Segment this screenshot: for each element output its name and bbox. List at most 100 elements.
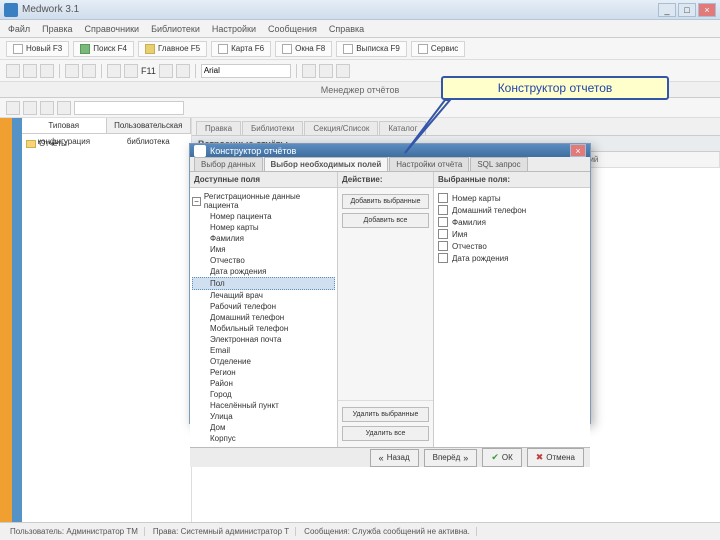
tool-b-icon[interactable]	[176, 64, 190, 78]
field-item[interactable]: Мобильный телефон	[192, 323, 335, 334]
selected-item[interactable]: Дата рождения	[438, 252, 586, 264]
field-item[interactable]: Регион	[192, 367, 335, 378]
group-patient-reg[interactable]: − Регистрационные данные пациента	[192, 191, 335, 211]
content-tab-2[interactable]: Секция/Список	[304, 121, 378, 135]
align-left-icon[interactable]	[302, 64, 316, 78]
close-button[interactable]: ×	[698, 3, 716, 17]
field-item[interactable]: Номер карты	[192, 222, 335, 233]
tb-new[interactable]: Новый F3	[6, 41, 69, 57]
align-right-icon[interactable]	[336, 64, 350, 78]
copy-icon[interactable]	[23, 64, 37, 78]
field-item[interactable]: Дата рождения	[192, 266, 335, 277]
toolbar-main: Новый F3 Поиск F4 Главное F5 Карта F6 Ок…	[0, 38, 720, 60]
menu-file[interactable]: Файл	[8, 24, 30, 34]
cut-icon[interactable]	[6, 64, 20, 78]
field-item[interactable]: Отчество	[192, 255, 335, 266]
next-button[interactable]: Вперёд»	[424, 449, 478, 467]
field-item[interactable]: Email	[192, 345, 335, 356]
align-center-icon[interactable]	[319, 64, 333, 78]
content-tab-1[interactable]: Библиотеки	[242, 121, 303, 135]
menubar: Файл Правка Справочники Библиотеки Настр…	[0, 20, 720, 38]
dlg-tab-fields[interactable]: Выбор необходимых полей	[264, 157, 389, 171]
sidebar-tab-typical[interactable]: Типовая конфигурация	[22, 118, 107, 133]
field-item[interactable]: Улица	[192, 411, 335, 422]
field-item[interactable]: Корпус	[192, 433, 335, 444]
ok-button[interactable]: ✔ОК	[482, 448, 521, 467]
dialog-footer: «Назад Вперёд» ✔ОК ✖Отмена	[190, 447, 590, 467]
menu-messages[interactable]: Сообщения	[268, 24, 317, 34]
report-constructor-dialog: Конструктор отчётов × Выбор данных Выбор…	[189, 143, 591, 424]
star-icon[interactable]	[107, 64, 121, 78]
checkbox[interactable]	[438, 193, 448, 203]
dlg-tab-sql[interactable]: SQL запрос	[470, 157, 527, 171]
sidebar: Типовая конфигурация Пользовательская би…	[22, 118, 192, 522]
x-icon[interactable]	[124, 64, 138, 78]
available-fields-column: Доступные поля − Регистрационные данные …	[190, 172, 338, 447]
star2-icon[interactable]	[57, 101, 71, 115]
field-item[interactable]: Район	[192, 378, 335, 389]
paste-icon[interactable]	[40, 64, 54, 78]
field-item[interactable]: Имя	[192, 244, 335, 255]
menu-edit[interactable]: Правка	[42, 24, 72, 34]
field-item[interactable]: Отделение	[192, 356, 335, 367]
selected-item[interactable]: Фамилия	[438, 216, 586, 228]
add-selected-button[interactable]: Добавить выбранные	[342, 194, 429, 209]
checkbox[interactable]	[438, 253, 448, 263]
field-item[interactable]: Номер пациента	[192, 211, 335, 222]
checkbox[interactable]	[438, 241, 448, 251]
folder-icon	[26, 140, 36, 148]
field-item-selected[interactable]: Пол	[192, 277, 335, 290]
tb-card[interactable]: Карта F6	[211, 41, 271, 57]
remove-selected-button[interactable]: Удалить выбранные	[342, 407, 429, 422]
save-icon[interactable]	[6, 101, 20, 115]
field-item[interactable]: Рабочий телефон	[192, 301, 335, 312]
report-name-input[interactable]	[74, 101, 184, 115]
field-item[interactable]: Населённый пункт	[192, 400, 335, 411]
edit-icon[interactable]	[40, 101, 54, 115]
font-input[interactable]	[201, 64, 291, 78]
bold-icon[interactable]	[65, 64, 79, 78]
remove-all-button[interactable]: Удалить все	[342, 426, 429, 441]
field-item[interactable]: Фамилия	[192, 233, 335, 244]
available-header: Доступные поля	[190, 172, 337, 188]
field-item[interactable]: Дом	[192, 422, 335, 433]
content-tab-3[interactable]: Каталог	[379, 121, 426, 135]
selected-fields-column: Выбранные поля: Номер карты Домашний тел…	[434, 172, 590, 447]
tool-a-icon[interactable]	[159, 64, 173, 78]
field-item[interactable]: Домашний телефон	[192, 312, 335, 323]
field-item[interactable]: Город	[192, 389, 335, 400]
selected-item[interactable]: Домашний телефон	[438, 204, 586, 216]
new-doc-icon[interactable]	[23, 101, 37, 115]
menu-settings[interactable]: Настройки	[212, 24, 256, 34]
selected-item[interactable]: Номер карты	[438, 192, 586, 204]
tb-search[interactable]: Поиск F4	[73, 41, 134, 57]
cancel-button[interactable]: ✖Отмена	[527, 448, 584, 467]
menu-libs[interactable]: Библиотеки	[151, 24, 200, 34]
selected-item[interactable]: Отчество	[438, 240, 586, 252]
checkbox[interactable]	[438, 229, 448, 239]
sidebar-tab-user[interactable]: Пользовательская библиотека	[107, 118, 192, 133]
dialog-close-button[interactable]: ×	[570, 144, 586, 157]
menu-help[interactable]: Справка	[329, 24, 364, 34]
back-button[interactable]: «Назад	[370, 449, 419, 467]
menu-dicts[interactable]: Справочники	[85, 24, 140, 34]
actions-column: Действие: Добавить выбранные Добавить вс…	[338, 172, 434, 447]
checkbox[interactable]	[438, 205, 448, 215]
content-tab-0[interactable]: Правка	[196, 121, 241, 135]
dlg-tab-data[interactable]: Выбор данных	[194, 157, 263, 171]
app-icon	[4, 3, 18, 17]
dlg-tab-settings[interactable]: Настройки отчёта	[389, 157, 469, 171]
field-item[interactable]: Электронная почта	[192, 334, 335, 345]
italic-icon[interactable]	[82, 64, 96, 78]
minimize-button[interactable]: _	[658, 3, 676, 17]
tb-service[interactable]: Сервис	[411, 41, 465, 57]
selected-item[interactable]: Имя	[438, 228, 586, 240]
add-all-button[interactable]: Добавить все	[342, 213, 429, 228]
checkbox[interactable]	[438, 217, 448, 227]
field-item[interactable]: Лечащий врач	[192, 290, 335, 301]
maximize-button[interactable]: □	[678, 3, 696, 17]
tb-windows[interactable]: Окна F8	[275, 41, 332, 57]
collapse-icon[interactable]: −	[192, 197, 201, 206]
tb-extract[interactable]: Выписка F9	[336, 41, 407, 57]
tb-main[interactable]: Главное F5	[138, 41, 207, 57]
